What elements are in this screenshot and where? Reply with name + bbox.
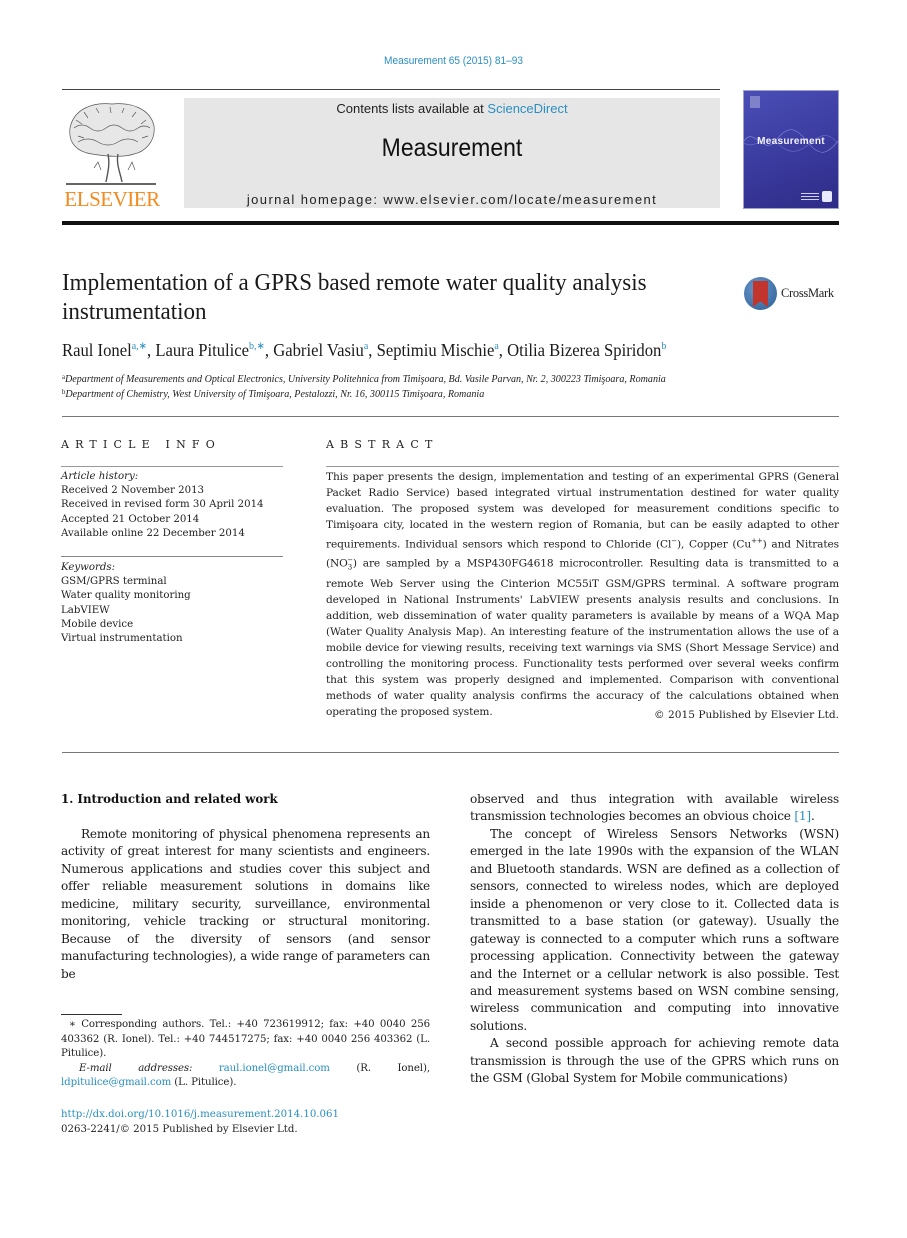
elsevier-wordmark: ELSEVIER — [64, 187, 160, 211]
doi-block: http://dx.doi.org/10.1016/j.measurement.… — [61, 1108, 339, 1137]
abstract-copyright: © 2015 Published by Elsevier Ltd. — [654, 709, 839, 721]
article-title: Implementation of a GPRS based remote wa… — [62, 269, 647, 325]
author-name[interactable]: Raul Ionel — [62, 340, 132, 360]
corresponding-author-footnote: ∗ Corresponding authors. Tel.: +40 72361… — [61, 1018, 430, 1091]
citation-link[interactable]: [1] — [794, 809, 811, 823]
abstract-bottom-divider — [62, 752, 839, 753]
journal-header-box: Contents lists available at ScienceDirec… — [184, 98, 720, 208]
header-divider — [62, 89, 720, 90]
author-list: Raul Ionela,∗, Laura Pituliceb,∗, Gabrie… — [62, 340, 667, 360]
journal-citation-link[interactable]: Measurement 65 (2015) 81–93 — [36, 55, 870, 67]
doi-link[interactable]: http://dx.doi.org/10.1016/j.measurement.… — [61, 1108, 339, 1123]
email-label: E-mail addresses: — [79, 1062, 193, 1074]
abstract-segment: ) are sampled by a MSP430FG4618 microcon… — [326, 557, 839, 718]
affiliation-text: Department of Measurements and Optical E… — [64, 374, 666, 385]
body-paragraph: A second possible approach for achieving… — [470, 1036, 839, 1086]
author-name[interactable]: Laura Pitulice — [155, 340, 249, 360]
title-divider — [62, 416, 839, 417]
cover-footer-text — [801, 193, 819, 201]
abstract-divider — [326, 466, 839, 467]
issn-copyright: 0263-2241/© 2015 Published by Elsevier L… — [61, 1123, 298, 1135]
article-info-divider — [61, 466, 283, 467]
article-history: Article history: Received 2 November 201… — [61, 470, 264, 541]
article-info-heading: ARTICLE INFO — [61, 438, 221, 451]
header-thick-rule — [62, 221, 839, 225]
email-link[interactable]: ldpitulice@gmail.com — [61, 1077, 171, 1088]
paragraph-text: observed and thus integration with avail… — [470, 792, 839, 824]
contents-prefix: Contents lists available at — [336, 101, 488, 116]
journal-homepage-link[interactable]: journal homepage: www.elsevier.com/locat… — [184, 192, 720, 207]
email-link[interactable]: raul.ionel@gmail.com — [219, 1063, 330, 1074]
keywords-label: Keywords: — [61, 562, 116, 573]
keyword-item: Virtual instrumentation — [61, 633, 183, 645]
crossmark-label: CrossMark — [781, 286, 834, 300]
body-paragraph: Remote monitoring of physical phenomena … — [61, 827, 430, 981]
keyword-item: Mobile device — [61, 618, 134, 630]
keyword-item: GSM/GPRS terminal — [61, 576, 167, 588]
article-history-label: Article history: — [61, 471, 139, 482]
footnote-divider — [61, 1014, 122, 1015]
section-heading: 1. Introduction and related work — [61, 792, 278, 806]
keyword-item: Water quality monitoring — [61, 590, 191, 602]
nitrate-subscript: 3 — [347, 563, 353, 572]
keywords-list: Keywords: GSM/GPRS terminal Water qualit… — [61, 561, 191, 646]
cover-title: Measurement — [757, 136, 825, 147]
sciencedirect-link[interactable]: ScienceDirect — [487, 101, 567, 116]
author-name[interactable]: Otilia Bizerea Spiridon — [507, 340, 661, 360]
history-item: Accepted 21 October 2014 — [61, 513, 200, 525]
body-paragraph: The concept of Wireless Sensors Networks… — [470, 826, 839, 1033]
keywords-divider — [61, 556, 283, 557]
author-affiliation-marker[interactable]: a,∗ — [132, 341, 147, 352]
email-line: E-mail addresses: raul.ionel@gmail.com (… — [61, 1062, 430, 1091]
contents-available-text: Contents lists available at ScienceDirec… — [184, 101, 720, 116]
affiliation-b: bDepartment of Chemistry, West Universit… — [62, 388, 484, 400]
journal-cover-thumbnail[interactable]: Measurement — [743, 90, 839, 209]
body-left-column: Remote monitoring of physical phenomena … — [61, 826, 430, 983]
body-paragraph: observed and thus integration with avail… — [470, 791, 839, 826]
author-affiliation-marker[interactable]: b — [661, 341, 666, 352]
history-item: Received in revised form 30 April 2014 — [61, 499, 264, 511]
history-item: Received 2 November 2013 — [61, 485, 205, 497]
body-right-column: observed and thus integration with avail… — [470, 791, 839, 1088]
paragraph-text: . — [810, 809, 815, 824]
copper-charge: ++ — [751, 536, 763, 545]
author-affiliation-marker[interactable]: a — [364, 341, 368, 352]
cover-emblem-icon — [822, 191, 832, 202]
abstract-heading: ABSTRACT — [326, 438, 439, 451]
corresponding-author-text: ∗ Corresponding authors. Tel.: +40 72361… — [61, 1019, 430, 1060]
author-affiliation-marker[interactable]: a — [494, 341, 498, 352]
affiliation-text: Department of Chemistry, West University… — [65, 389, 485, 400]
history-item: Available online 22 December 2014 — [61, 527, 245, 539]
author-name[interactable]: Gabriel Vasiu — [273, 340, 364, 360]
cover-logo-icon — [750, 96, 760, 108]
journal-title: Measurement — [381, 134, 523, 162]
email-owner: (L. Pitulice). — [171, 1077, 237, 1089]
author-affiliation-marker[interactable]: b,∗ — [249, 341, 265, 352]
abstract-text: This paper presents the design, implemen… — [326, 470, 839, 720]
elsevier-tree-icon — [66, 103, 156, 185]
abstract-segment: ), Copper (Cu — [676, 538, 752, 551]
keyword-item: LabVIEW — [61, 604, 110, 616]
crossmark-button[interactable]: CrossMark — [744, 277, 844, 311]
author-name[interactable]: Septimiu Mischie — [377, 340, 495, 360]
affiliation-a: aDepartment of Measurements and Optical … — [62, 373, 666, 385]
email-owner: (R. Ionel), — [329, 1062, 430, 1074]
elsevier-logo[interactable]: ELSEVIER — [62, 94, 162, 211]
